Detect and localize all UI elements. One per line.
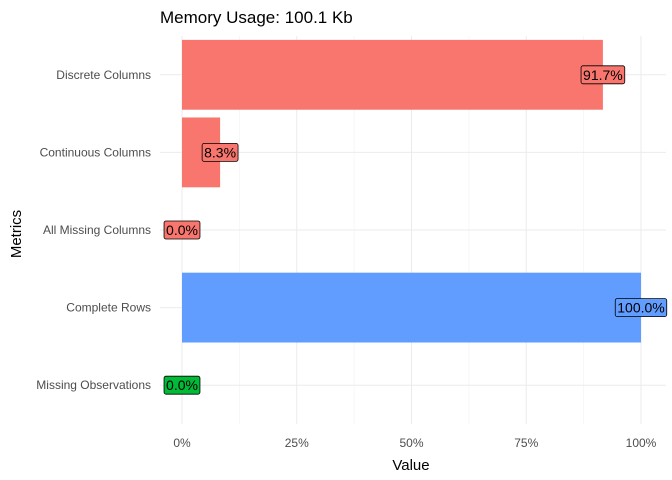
bar xyxy=(182,272,641,343)
y-tick-label: Complete Rows xyxy=(66,301,151,315)
x-tick-labels: 0% 25% 50% 75% 100% xyxy=(173,436,656,450)
y-axis-title: Metrics xyxy=(8,210,25,258)
data-label: 8.3% xyxy=(201,142,239,162)
y-tick-label: Missing Observations xyxy=(36,378,151,392)
data-label: 0.0% xyxy=(163,375,201,395)
x-tick-label: 75% xyxy=(514,436,538,450)
data-label: 100.0% xyxy=(614,298,668,318)
bar-chart: Memory Usage: 100.1 Kb Discrete Columns C… xyxy=(8,8,668,474)
data-label-text: 91.7% xyxy=(583,67,623,83)
chart-title: Memory Usage: 100.1 Kb xyxy=(160,8,353,27)
y-tick-label: Discrete Columns xyxy=(56,68,151,82)
y-tick-labels: Discrete Columns Continuous Columns All Mi… xyxy=(36,68,151,392)
bar xyxy=(182,39,603,110)
y-tick-label: Continuous Columns xyxy=(40,145,151,159)
data-label-text: 0.0% xyxy=(166,377,198,393)
y-tick-label: All Missing Columns xyxy=(43,223,151,237)
data-label: 91.7% xyxy=(580,65,626,85)
x-tick-label: 0% xyxy=(173,436,191,450)
x-tick-label: 50% xyxy=(399,436,423,450)
data-label-text: 0.0% xyxy=(166,222,198,238)
data-label-text: 8.3% xyxy=(204,144,236,160)
data-label: 0.0% xyxy=(163,220,201,240)
x-axis-title: Value xyxy=(392,457,429,474)
x-tick-label: 25% xyxy=(285,436,309,450)
x-tick-label: 100% xyxy=(626,436,657,450)
data-label-text: 100.0% xyxy=(617,300,664,316)
